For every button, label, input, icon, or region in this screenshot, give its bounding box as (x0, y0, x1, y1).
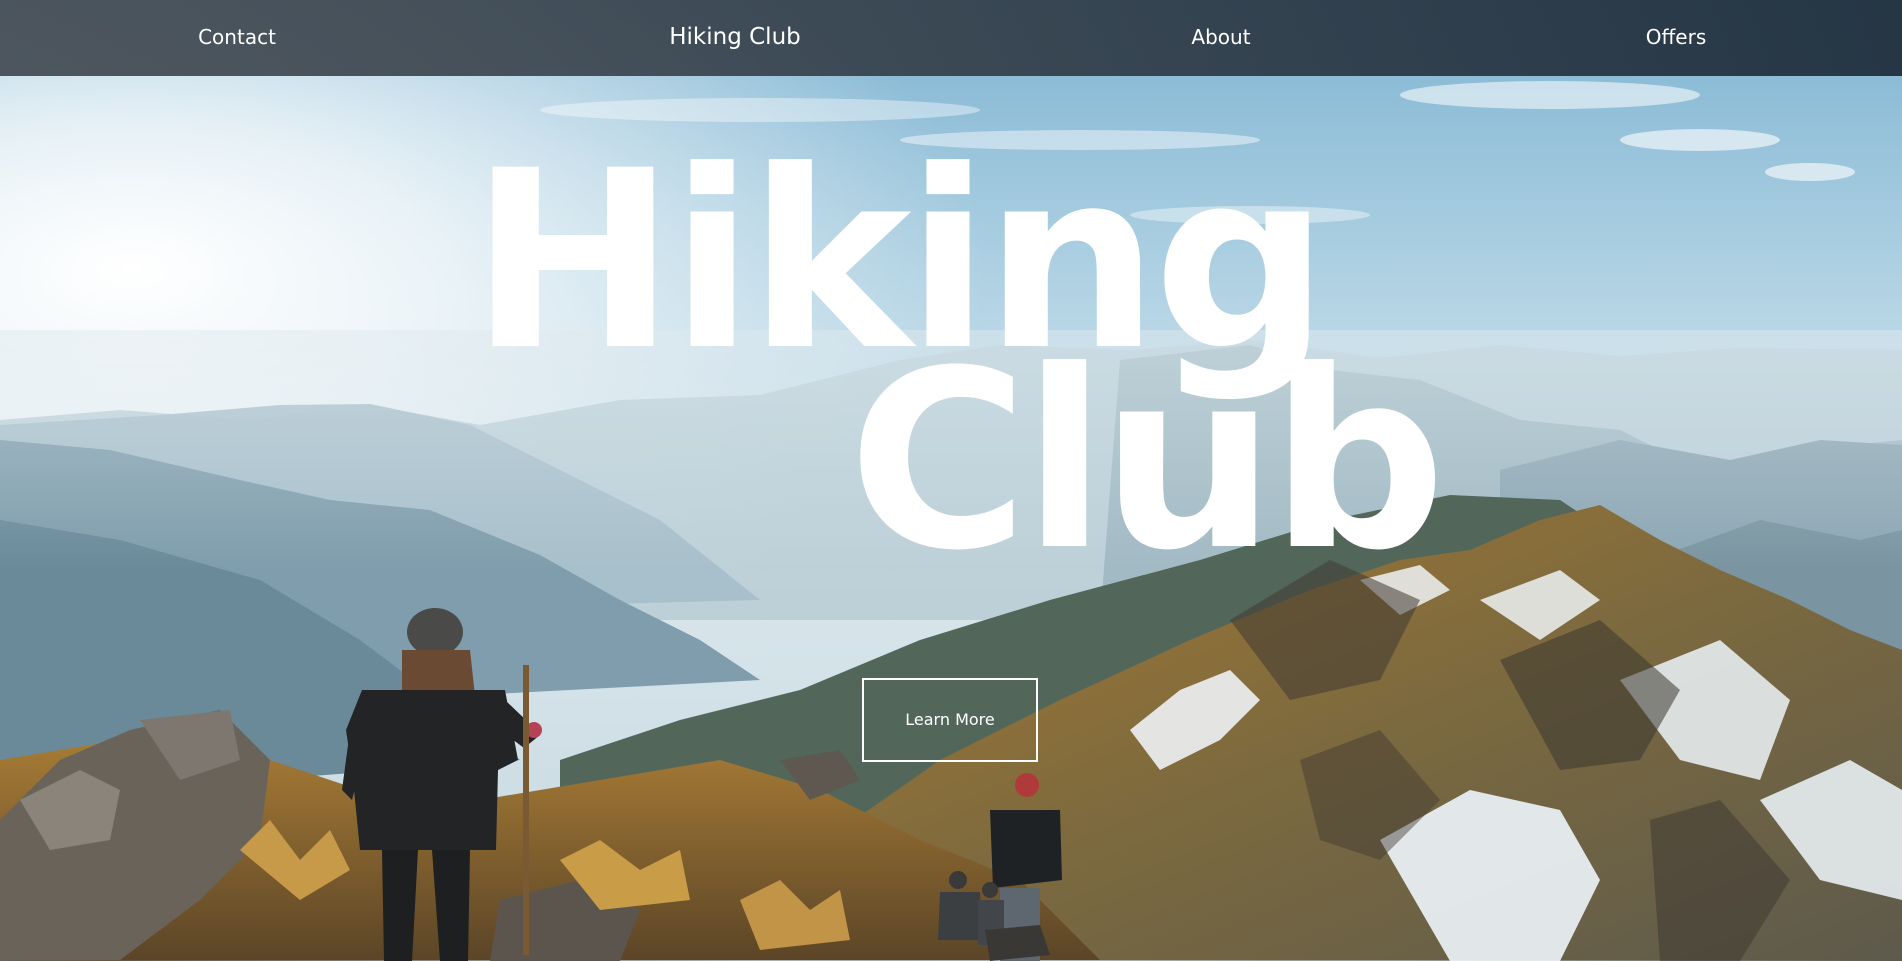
nav-link-contact[interactable]: Contact (198, 0, 276, 74)
nav-brand-link[interactable]: Hiking Club (669, 0, 801, 74)
hero-headline-line-2: Club (848, 319, 1446, 605)
learn-more-button[interactable]: Learn More (862, 678, 1038, 762)
nav-link-offers[interactable]: Offers (1646, 0, 1706, 74)
top-nav-bar: Contact Hiking Club About Offers (0, 0, 1902, 76)
nav-link-about[interactable]: About (1191, 0, 1250, 74)
landing-page: Contact Hiking Club About Offers Hiking … (0, 0, 1902, 961)
